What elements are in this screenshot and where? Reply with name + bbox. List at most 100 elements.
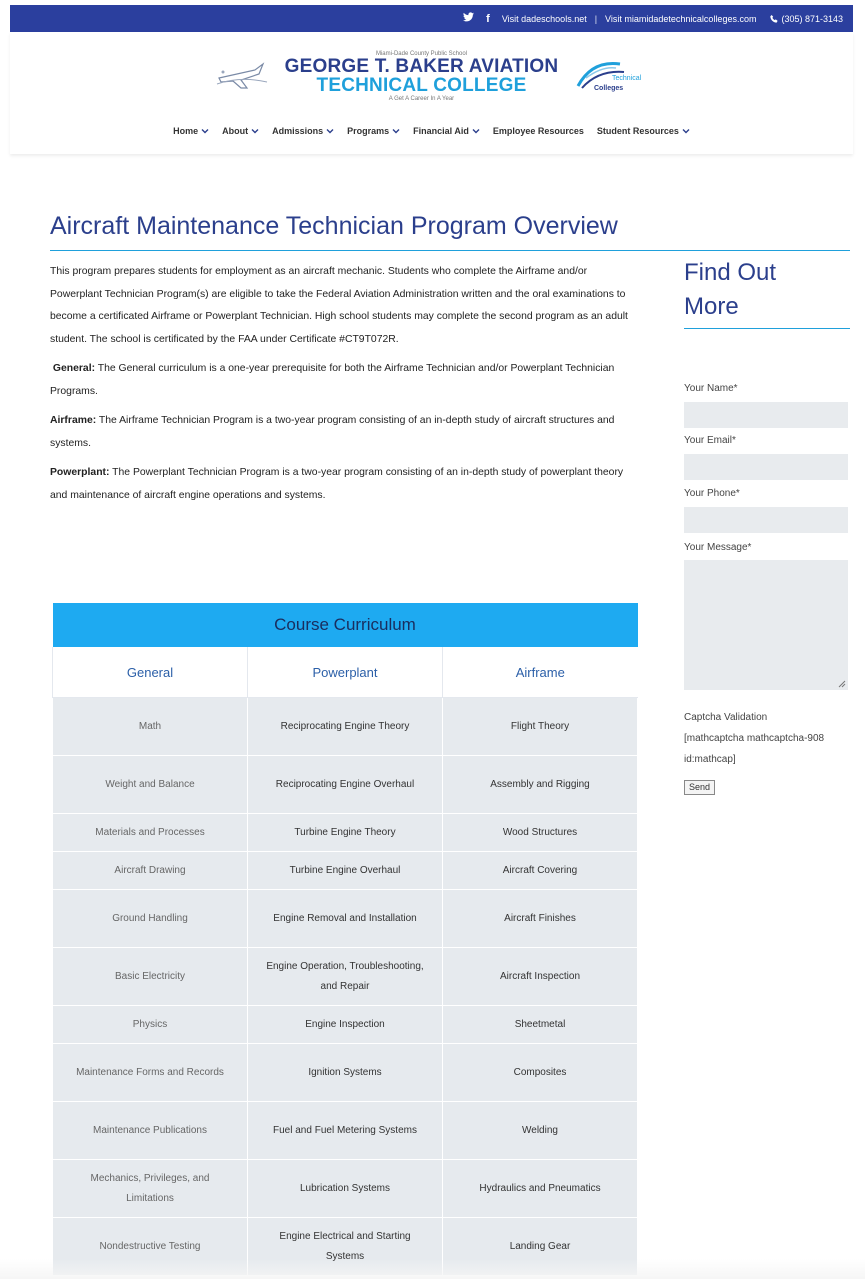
powerplant-text: The Powerplant Technician Program is a t… — [50, 467, 624, 501]
send-button[interactable]: Send — [684, 780, 716, 795]
table-cell: Ground Handling — [52, 889, 248, 948]
column-header-powerplant: Powerplant — [247, 647, 443, 698]
chevron-down-icon — [472, 129, 480, 134]
nav-item-financial-aid[interactable]: Financial Aid — [413, 126, 480, 136]
phone-link[interactable]: (305) 871-3143 — [770, 14, 843, 24]
chevron-down-icon — [201, 129, 209, 134]
logo-row: Miami-Dade County Public School GEORGE T… — [10, 46, 853, 106]
phone-label: Your Phone* — [684, 488, 740, 499]
nav-item-programs[interactable]: Programs — [347, 126, 400, 136]
resize-handle-icon[interactable] — [838, 680, 846, 688]
sidebar-divider — [684, 328, 850, 329]
table-cell: Physics — [52, 1005, 248, 1044]
top-bar: f Visit dadeschools.net | Visit miamidad… — [10, 5, 853, 32]
main-nav: Home About Admissions Programs Financial… — [10, 126, 853, 136]
table-row: Aircraft Drawing Turbine Engine Overhaul… — [52, 851, 638, 890]
chevron-down-icon — [251, 129, 259, 134]
table-cell: Sheetmetal — [442, 1005, 638, 1044]
technical-colleges-logo[interactable]: Technical Colleges — [572, 56, 652, 96]
captcha-block: Captcha Validation [mathcaptcha mathcapt… — [684, 707, 854, 770]
table-cell: Composites — [442, 1043, 638, 1102]
dadeschools-link[interactable]: Visit dadeschools.net — [502, 14, 587, 24]
message-field[interactable] — [684, 560, 848, 690]
captcha-shortcode: [mathcaptcha mathcaptcha-908 id:mathcap] — [684, 733, 825, 765]
airframe-paragraph: Airframe: The Airframe Technician Progra… — [50, 410, 638, 455]
table-cell: Weight and Balance — [52, 755, 248, 814]
mtc-technical-text: Technical — [612, 75, 642, 82]
mdtc-link[interactable]: Visit miamidadetechnicalcolleges.com — [605, 14, 756, 24]
nav-label: Financial Aid — [413, 126, 469, 136]
table-cell: Basic Electricity — [52, 947, 248, 1006]
nav-item-home[interactable]: Home — [173, 126, 209, 136]
facebook-icon[interactable]: f — [486, 13, 490, 25]
twitter-icon[interactable] — [463, 12, 475, 25]
table-cell: Engine Removal and Installation — [247, 889, 443, 948]
email-field[interactable] — [684, 454, 848, 480]
nav-label: About — [222, 126, 249, 136]
sidebar-title: Find Out More — [684, 256, 776, 324]
email-label: Your Email* — [684, 435, 736, 446]
nav-label: Home — [173, 126, 199, 136]
chevron-down-icon — [392, 129, 400, 134]
program-overview: This program prepares students for emplo… — [50, 261, 638, 514]
general-text: The General curriculum is a one-year pre… — [50, 363, 615, 397]
table-cell: Wood Structures — [442, 813, 638, 852]
name-label: Your Name* — [684, 383, 738, 394]
message-label: Your Message* — [684, 542, 752, 553]
table-cell: Aircraft Inspection — [442, 947, 638, 1006]
nav-item-employee-resources[interactable]: Employee Resources — [493, 126, 584, 136]
powerplant-paragraph: Powerplant: The Powerplant Technician Pr… — [50, 462, 638, 507]
table-cell: Ignition Systems — [247, 1043, 443, 1102]
mtc-colleges-text: Colleges — [594, 85, 623, 92]
table-cell: Engine Inspection — [247, 1005, 443, 1044]
table-cell: Turbine Engine Overhaul — [247, 851, 443, 890]
table-cell: Materials and Processes — [52, 813, 248, 852]
table-cell: Mechanics, Privileges, and Limitations — [52, 1159, 248, 1218]
nav-item-student-resources[interactable]: Student Resources — [597, 126, 690, 136]
sidebar-title-line-2: More — [684, 293, 739, 320]
logo-line-2: TECHNICAL COLLEGE — [316, 74, 527, 96]
table-cell: Fuel and Fuel Metering Systems — [247, 1101, 443, 1160]
name-field[interactable] — [684, 402, 848, 428]
table-cell: Hydraulics and Pneumatics — [442, 1159, 638, 1218]
airframe-label: Airframe: — [50, 415, 97, 426]
phone-number: (305) 871-3143 — [781, 13, 843, 24]
phone-icon — [770, 14, 779, 23]
table-cell: Reciprocating Engine Theory — [247, 697, 443, 756]
table-row: Materials and Processes Turbine Engine T… — [52, 813, 638, 852]
table-cell: Lubrication Systems — [247, 1159, 443, 1218]
nav-label: Programs — [347, 126, 390, 136]
table-cell: Reciprocating Engine Overhaul — [247, 755, 443, 814]
table-row: Math Reciprocating Engine Theory Flight … — [52, 697, 638, 756]
table-cell: Assembly and Rigging — [442, 755, 638, 814]
captcha-label: Captcha Validation — [684, 712, 768, 723]
table-cell: Nondestructive Testing — [52, 1217, 248, 1276]
table-row: Maintenance Publications Fuel and Fuel M… — [52, 1101, 638, 1160]
chevron-down-icon — [326, 129, 334, 134]
logo-tagline: A Get A Career In A Year — [388, 95, 455, 102]
column-header-airframe: Airframe — [442, 647, 638, 698]
intro-paragraph: This program prepares students for emplo… — [50, 266, 628, 345]
table-row: Weight and Balance Reciprocating Engine … — [52, 755, 638, 814]
table-row: Basic Electricity Engine Operation, Trou… — [52, 947, 638, 1006]
table-cell: Aircraft Finishes — [442, 889, 638, 948]
curriculum-table: Course Curriculum General Powerplant Air… — [52, 603, 638, 1276]
college-logo[interactable]: Miami-Dade County Public School GEORGE T… — [285, 51, 559, 102]
nav-label: Employee Resources — [492, 126, 584, 136]
nav-item-about[interactable]: About — [222, 126, 259, 136]
logo-line-1: GEORGE T. BAKER AVIATION — [284, 55, 559, 77]
table-cell: Landing Gear — [442, 1217, 638, 1276]
table-row: Physics Engine Inspection Sheetmetal — [52, 1005, 638, 1044]
table-cell: Engine Electrical and Starting Systems — [247, 1217, 443, 1276]
site-header: Miami-Dade County Public School GEORGE T… — [10, 32, 853, 154]
page-title: Aircraft Maintenance Technician Program … — [50, 212, 618, 240]
table-cell: Maintenance Forms and Records — [52, 1043, 248, 1102]
table-cell: Engine Operation, Troubleshooting, and R… — [247, 947, 443, 1006]
nav-item-admissions[interactable]: Admissions — [272, 126, 334, 136]
general-paragraph: General: The General curriculum is a one… — [50, 358, 638, 403]
column-header-general: General — [52, 647, 248, 698]
nav-label: Admissions — [272, 126, 324, 136]
phone-field[interactable] — [684, 507, 848, 533]
table-cell: Flight Theory — [442, 697, 638, 756]
sidebar-title-line-1: Find Out — [684, 259, 777, 286]
